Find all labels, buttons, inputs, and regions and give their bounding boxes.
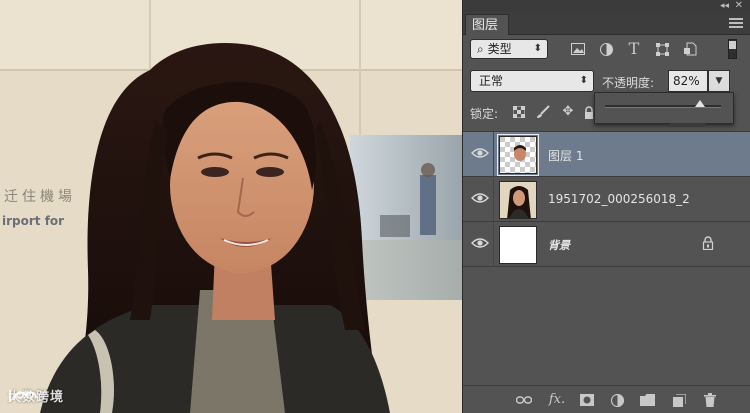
popup-shadow bbox=[669, 123, 705, 127]
background-sign-english: irport for bbox=[2, 214, 65, 228]
search-icon: ⌕ bbox=[477, 42, 484, 56]
filter-shape-layer-icon[interactable] bbox=[653, 40, 671, 58]
blend-mode-value: 正常 bbox=[479, 74, 504, 88]
opacity-input[interactable]: 82% bbox=[668, 70, 708, 92]
photo-image bbox=[0, 0, 462, 413]
filter-toggle-switch[interactable] bbox=[728, 39, 737, 59]
opacity-dropdown-button[interactable]: ▼ bbox=[708, 70, 730, 92]
visibility-column-divider bbox=[493, 222, 494, 267]
layer-name[interactable]: 背景 bbox=[548, 237, 570, 253]
blend-row: 正常 ⬍ 不透明度: 82% ▼ bbox=[463, 66, 750, 94]
opacity-label: 不透明度: bbox=[602, 76, 655, 90]
photo-thumbnail bbox=[500, 182, 536, 218]
blend-mode-select[interactable]: 正常 ⬍ bbox=[470, 70, 594, 92]
panel-tab-bar: 图层 bbox=[463, 12, 750, 35]
layer-name[interactable]: 图层 1 bbox=[548, 147, 583, 164]
filter-smart-object-icon[interactable] bbox=[681, 40, 699, 58]
layers-panel: ◂◂ ✕ 图层 ⌕ 类型 ⬍ T 正常 ⬍ 不透明度: 82% ▼ 锁定: ✥ … bbox=[462, 0, 750, 413]
tab-layers[interactable]: 图层 bbox=[465, 14, 510, 35]
layer-row[interactable]: 背景 bbox=[463, 222, 750, 267]
lock-position-icon[interactable]: ✥ bbox=[560, 103, 576, 121]
layer-thumbnail[interactable] bbox=[499, 226, 537, 264]
opacity-slider-thumb[interactable] bbox=[695, 100, 706, 107]
app-window: 迁住機場 irport for 大数跨境 ◂◂ ✕ 图层 ⌕ 类型 ⬍ T 正常… bbox=[0, 0, 750, 413]
watermark-logo-icon bbox=[9, 390, 37, 402]
filter-kind-label: 类型 bbox=[487, 42, 512, 56]
layer-row[interactable]: 1951702_000256018_2 bbox=[463, 177, 750, 222]
add-mask-icon[interactable] bbox=[578, 391, 596, 409]
layer-row[interactable]: 图层 1 bbox=[463, 132, 750, 177]
layers-list: 图层 1 1951702_000256018_2 背景 bbox=[463, 131, 750, 386]
panel-title-bar[interactable]: ◂◂ ✕ bbox=[463, 0, 750, 12]
filter-type-layer-icon[interactable]: T bbox=[625, 40, 643, 58]
link-layers-icon[interactable] bbox=[515, 391, 533, 409]
layer-style-fx-icon[interactable]: fx. bbox=[548, 391, 566, 409]
lock-transparent-pixels-icon[interactable] bbox=[511, 103, 527, 121]
eye-icon[interactable] bbox=[471, 236, 489, 250]
chevron-updown-icon: ⬍ bbox=[533, 43, 542, 54]
background-sign-chinese: 迁住機場 bbox=[4, 189, 76, 205]
watermark: 大数跨境 bbox=[8, 386, 64, 405]
transparency-checker-thumbnail bbox=[500, 137, 536, 173]
layer-thumbnail[interactable] bbox=[499, 181, 537, 219]
layers-bottom-toolbar: fx. bbox=[463, 385, 750, 413]
chevron-updown-icon: ⬍ bbox=[579, 75, 588, 86]
delete-layer-icon[interactable] bbox=[701, 391, 719, 409]
new-layer-icon[interactable] bbox=[670, 391, 688, 409]
visibility-column-divider bbox=[493, 132, 494, 177]
new-group-folder-icon[interactable] bbox=[638, 391, 656, 409]
new-adjustment-layer-icon[interactable] bbox=[608, 391, 626, 409]
visibility-column-divider bbox=[493, 177, 494, 222]
eye-icon[interactable] bbox=[471, 146, 489, 160]
filter-kind-select[interactable]: ⌕ 类型 ⬍ bbox=[470, 39, 548, 59]
layer-thumbnail[interactable] bbox=[497, 134, 539, 176]
lock-image-pixels-icon[interactable] bbox=[535, 103, 551, 121]
lock-label: 锁定: bbox=[470, 107, 499, 121]
filter-pixel-layer-icon[interactable] bbox=[569, 40, 587, 58]
layer-filter-row: ⌕ 类型 ⬍ T bbox=[463, 35, 750, 63]
filter-adjustment-layer-icon[interactable] bbox=[597, 40, 615, 58]
panel-menu-icon[interactable] bbox=[729, 18, 743, 28]
photo-canvas[interactable]: 迁住機場 irport for 大数跨境 bbox=[0, 0, 462, 413]
lock-icon bbox=[702, 236, 714, 250]
collapse-panel-icon[interactable]: ◂◂ bbox=[720, 1, 729, 11]
close-panel-icon[interactable]: ✕ bbox=[735, 0, 743, 11]
layer-name[interactable]: 1951702_000256018_2 bbox=[548, 192, 690, 206]
eye-icon[interactable] bbox=[471, 191, 489, 205]
opacity-slider-popup bbox=[594, 92, 734, 127]
